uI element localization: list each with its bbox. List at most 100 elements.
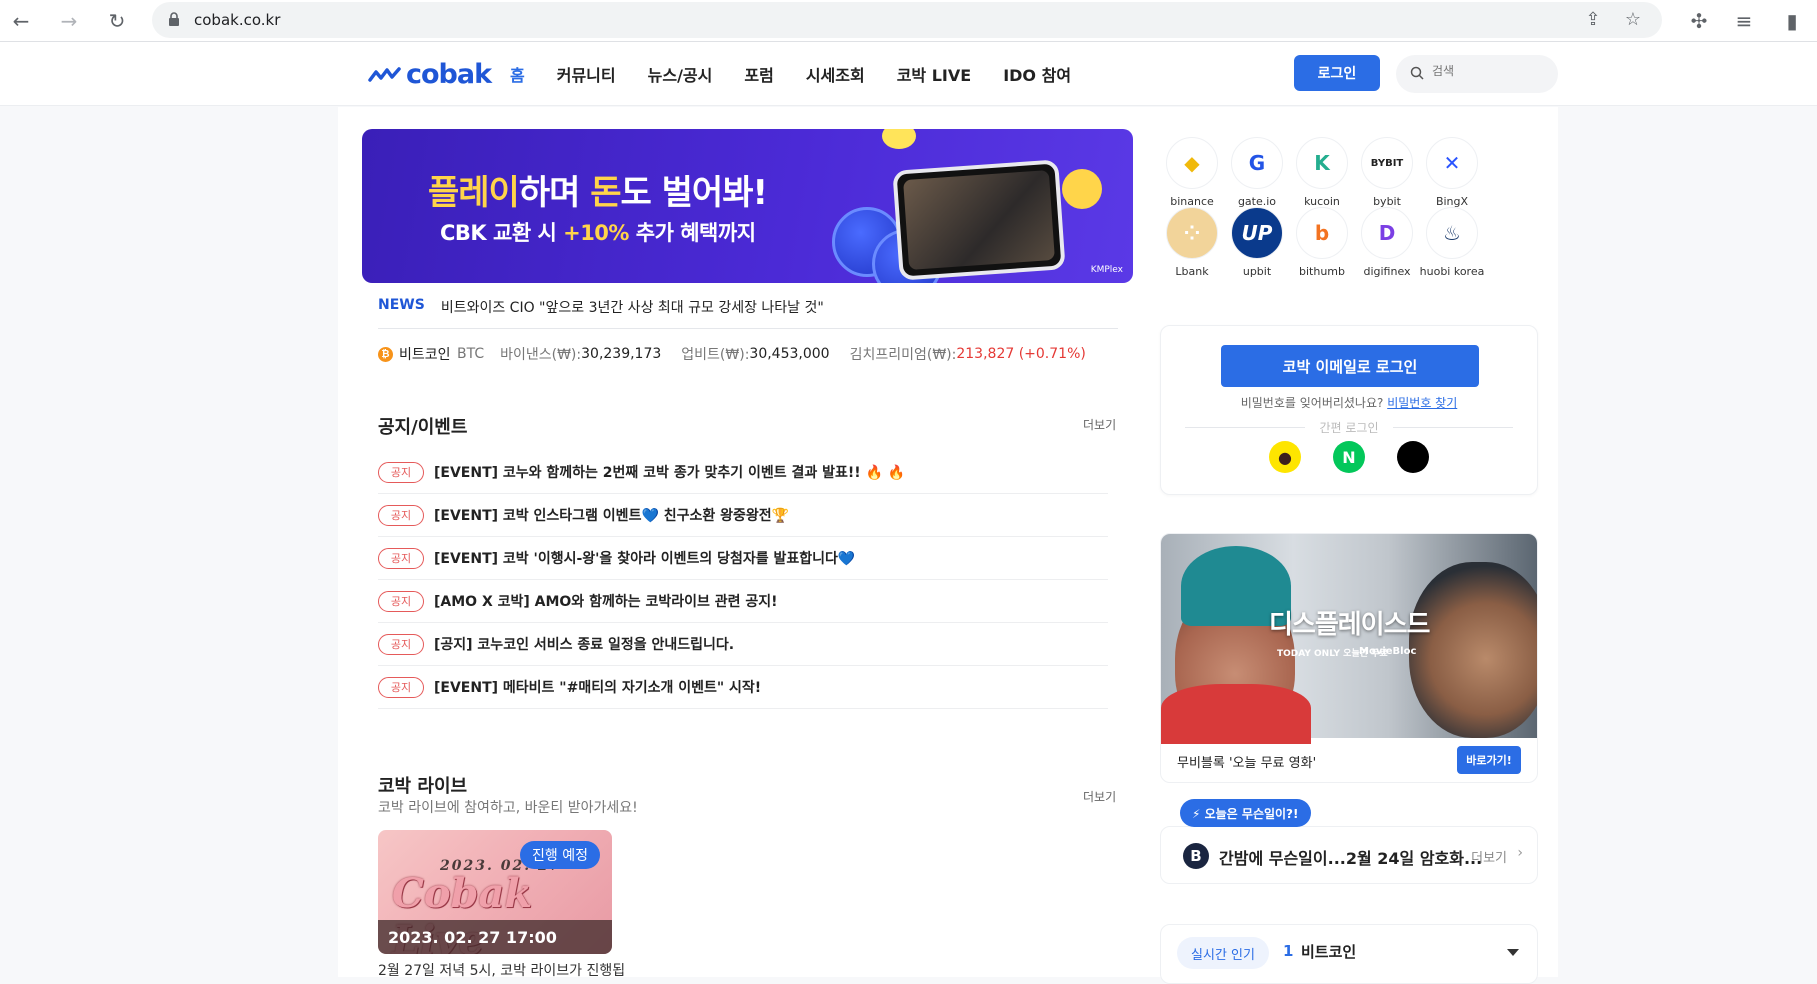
notice-title: [EVENT] 코박 '이행시-왕'을 찾아라 이벤트의 당첨자를 발표합니다💙 [434,551,856,567]
search-input[interactable] [1432,64,1542,78]
list-item[interactable]: 공지 [AMO X 코박] AMO와 함께하는 코박라이브 관련 공지! [378,580,1108,623]
movie-poster: 디스플레이스드 TODAY ONLY 오늘만 무료 MovieBloc [1161,534,1537,744]
exchange-logo-icon: UP [1231,207,1283,259]
banner-subline: CBK 교환 시 +10% 추가 혜택까지 [440,221,756,245]
notice-badge: 공지 [378,590,424,612]
password-help: 비밀번호를 잊어버리셨나요? 비밀번호 찾기 [1161,394,1537,411]
live-card[interactable]: 2023. 02. 27 Cobak Live 진행 예정 2023. 02. … [378,830,612,954]
cobak-logo[interactable]: cobak [368,58,492,90]
nav-home[interactable]: 홈 [510,62,525,86]
nav-community[interactable]: 커뮤니티 [557,62,616,86]
notice-badge: 공지 [378,633,424,655]
email-login-button[interactable]: 코박 이메일로 로그인 [1221,345,1479,387]
notice-list: 공지 [EVENT] 코누와 함께하는 2번째 코박 종가 맞추기 이벤트 결과 … [378,451,1108,709]
live-card-datetime: 2023. 02. 27 17:00 [378,920,612,954]
exchange-logo-icon: ♨ [1426,207,1478,259]
bitcoin-icon: ₿ [378,346,393,362]
exchange-item[interactable]: ✕ BingX [1414,137,1490,208]
movie-title: 디스플레이스드 [1269,610,1430,640]
apple-login-icon[interactable] [1397,441,1429,473]
today-more-link[interactable]: 더보기 [1471,847,1507,866]
promo-banner[interactable]: 플레이하며 돈도 벌어봐! CBK 교환 시 +10% 추가 혜택까지 KMPl… [362,129,1133,283]
notice-title: [EVENT] 코누와 함께하는 2번째 코박 종가 맞추기 이벤트 결과 발표… [434,465,906,481]
back-icon[interactable]: ← [6,6,36,36]
binance-price: 30,239,173 [581,346,662,362]
login-panel: 코박 이메일로 로그인 비밀번호를 잊어버리셨나요? 비밀번호 찾기 간편 로그… [1160,325,1538,495]
exchange-logo-icon: BYBIT [1361,137,1413,189]
kimchi-premium-label: 김치프리미엄(₩): [849,347,957,363]
nav-price[interactable]: 시세조회 [806,62,865,86]
notice-title: [EVENT] 코박 인스타그램 이벤트💙 친구소환 왕중왕전🏆 [434,508,790,524]
binance-price-label: 바이낸스(₩): [500,347,582,363]
gold-coin-graphic [882,129,916,149]
list-item[interactable]: 공지 [EVENT] 코누와 함께하는 2번째 코박 종가 맞추기 이벤트 결과 … [378,451,1108,494]
movie-ad[interactable]: 디스플레이스드 TODAY ONLY 오늘만 무료 MovieBloc 무비블록… [1160,533,1538,783]
address-bar[interactable]: cobak.co.kr ⇪ ☆ [152,2,1662,38]
search-icon [1410,66,1424,80]
notice-badge: 공지 [378,504,424,526]
movie-brand: MovieBloc [1359,646,1417,657]
blockmedia-icon: B [1183,843,1209,869]
media-control-icon[interactable]: ≡ [1729,6,1759,36]
naver-login-icon[interactable]: N [1333,441,1365,473]
exchange-logo-icon: ◆ [1166,137,1218,189]
popular-rank: 1 [1283,942,1294,960]
gold-coin-graphic [1062,169,1102,209]
today-tag: ⚡ 오늘은 무슨일이?! [1180,799,1311,827]
exchange-logo-icon: ✕ [1426,137,1478,189]
price-ticker: ₿ 비트코인 BTC 바이낸스(₩): 30,239,173 업비트(₩): 3… [378,344,1086,364]
nav-forum[interactable]: 포럼 [744,62,773,86]
notice-more-link[interactable]: 더보기 [1083,416,1116,433]
login-button[interactable]: 로그인 [1294,55,1380,91]
lock-icon [169,12,179,26]
live-description[interactable]: 2월 27일 저녁 5시, 코박 라이브가 진행됩 [378,960,625,980]
share-icon[interactable]: ⇪ [1582,9,1604,31]
notice-badge: 공지 [378,547,424,569]
popular-pill: 실시간 인기 [1177,937,1269,969]
go-button[interactable]: 바로가기! [1457,746,1521,774]
browser-toolbar: ← → ↻ cobak.co.kr ⇪ ☆ ✣ ≡ ▮ [0,0,1817,42]
url-text: cobak.co.kr [194,11,281,29]
nav-ido[interactable]: IDO 참여 [1003,62,1071,86]
ticker-coin: 비트코인 [399,347,451,363]
notice-title: [EVENT] 메타비트 "#매티의 자기소개 이벤트" 시작! [434,680,762,696]
list-item[interactable]: 공지 [EVENT] 코박 '이행시-왕'을 찾아라 이벤트의 당첨자를 발표합니… [378,537,1108,580]
popular-panel[interactable]: 실시간 인기 1 비트코인 [1160,924,1538,984]
list-item[interactable]: 공지 [공지] 코누코인 서비스 종료 일정을 안내드립니다. [378,623,1108,666]
side-panel-icon[interactable]: ▮ [1777,6,1807,36]
news-text: 비트와이즈 CIO "앞으로 3년간 사상 최대 규모 강세장 나타날 것" [440,300,824,316]
exchange-logo-icon: G [1231,137,1283,189]
upbit-price-label: 업비트(₩): [681,347,750,363]
nav-live[interactable]: 코박 LIVE [897,62,971,86]
live-more-link[interactable]: 더보기 [1083,788,1116,805]
news-tag: NEWS [378,297,425,313]
nav-news[interactable]: 뉴스/공시 [648,62,713,86]
notice-badge: 공지 [378,461,424,483]
kakao-login-icon[interactable]: ● [1269,441,1301,473]
forward-icon[interactable]: → [54,6,84,36]
popular-coin: 비트코인 [1301,943,1357,961]
logo-text: cobak [406,58,492,90]
notice-section-title: 공지/이벤트 [378,417,468,438]
reload-icon[interactable]: ↻ [102,6,132,36]
exchange-logo-icon: K [1296,137,1348,189]
list-item[interactable]: 공지 [EVENT] 코박 인스타그램 이벤트💙 친구소환 왕중왕전🏆 [378,494,1108,537]
extensions-icon[interactable]: ✣ [1684,6,1714,36]
chevron-down-icon[interactable] [1507,949,1519,956]
kimchi-premium: 213,827 (+0.71%) [956,346,1086,362]
notice-title: [AMO X 코박] AMO와 함께하는 코박라이브 관련 공지! [434,594,778,610]
today-panel[interactable]: B 간밤에 무슨일이...2월 24일 암호화... 더보기 › [1160,826,1538,884]
notice-badge: 공지 [378,676,424,698]
chevron-right-icon: › [1517,845,1523,861]
exchange-item[interactable]: ♨ huobi korea [1414,207,1490,278]
banner-brand: KMPlex [1090,265,1123,275]
exchange-logo-icon: D [1361,207,1413,259]
ticker-symbol: BTC [456,346,485,362]
bookmark-star-icon[interactable]: ☆ [1622,9,1644,31]
logo-mark-icon [368,67,401,82]
find-password-link[interactable]: 비밀번호 찾기 [1387,396,1457,410]
notice-title: [공지] 코누코인 서비스 종료 일정을 안내드립니다. [434,637,735,653]
search-box[interactable] [1396,55,1558,93]
news-headline[interactable]: NEWS 비트와이즈 CIO "앞으로 3년간 사상 최대 규모 강세장 나타날… [378,297,824,317]
list-item[interactable]: 공지 [EVENT] 메타비트 "#매티의 자기소개 이벤트" 시작! [378,666,1108,709]
